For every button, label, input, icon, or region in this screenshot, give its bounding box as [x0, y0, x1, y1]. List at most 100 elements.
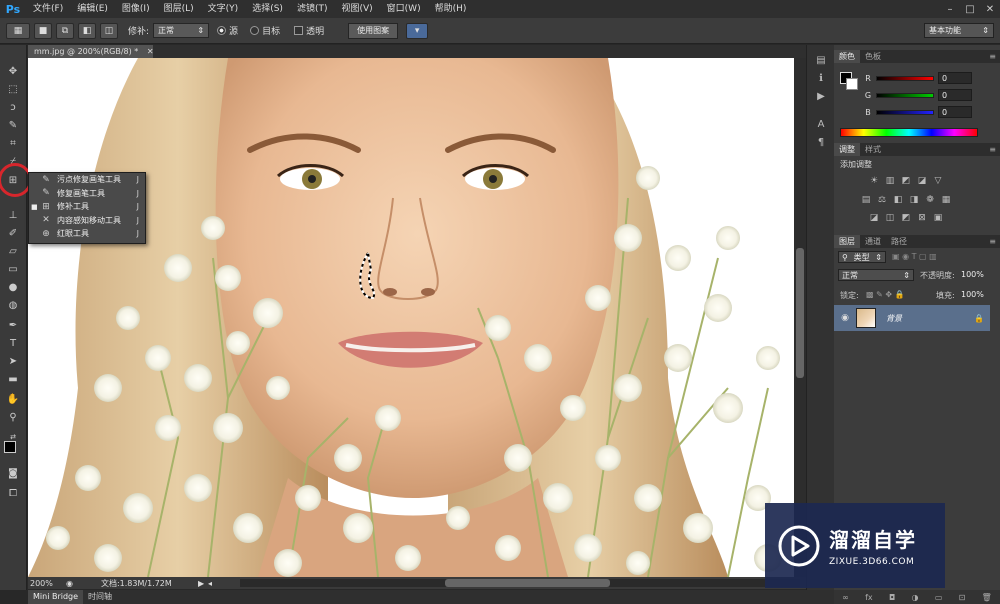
marquee-tool-icon[interactable]: ⬚ — [4, 81, 22, 97]
tab-color[interactable]: 颜色 — [834, 50, 860, 63]
horizontal-scroll-thumb[interactable] — [445, 579, 610, 587]
minimize-button[interactable]: – — [940, 0, 960, 18]
source-radio[interactable] — [217, 26, 227, 35]
red-value[interactable]: 0 — [938, 72, 972, 84]
add-selection-icon[interactable]: ⧉ — [56, 22, 74, 39]
photo-filter-icon[interactable]: ◨ — [908, 195, 920, 205]
menu-type[interactable]: 文字(Y) — [201, 0, 246, 18]
close-tab-icon[interactable]: ✕ — [147, 47, 154, 56]
panel-menu-icon[interactable]: ≡ — [989, 235, 996, 248]
crop-tool-icon[interactable]: ⌗ — [4, 135, 22, 151]
threshold-icon[interactable]: ◩ — [900, 213, 912, 223]
green-value[interactable]: 0 — [938, 89, 972, 101]
gradient-tool-icon[interactable]: ▭ — [4, 261, 22, 277]
color-spectrum-ramp[interactable] — [840, 128, 978, 137]
blue-slider[interactable] — [876, 109, 934, 115]
path-selection-icon[interactable]: ➤ — [4, 353, 22, 369]
tab-swatches[interactable]: 色板 — [860, 50, 886, 63]
history-brush-icon[interactable]: ✐ — [4, 225, 22, 241]
tool-preset-icon[interactable]: ▦ — [6, 22, 30, 39]
restore-button[interactable]: □ — [960, 0, 980, 18]
flyout-item-healing-brush[interactable]: ✎ 修复画笔工具 J — [29, 187, 145, 201]
color-balance-icon[interactable]: ⚖ — [876, 195, 888, 205]
add-mask-icon[interactable]: ◘ — [889, 593, 895, 602]
use-pattern-button[interactable]: 使用图案 — [348, 22, 399, 39]
vertical-scroll-thumb[interactable] — [796, 248, 804, 378]
new-layer-icon[interactable]: ⊡ — [959, 593, 966, 602]
lasso-tool-icon[interactable]: ↄ — [4, 99, 22, 115]
invert-icon[interactable]: ◪ — [868, 213, 880, 223]
exposure-icon[interactable]: ◪ — [916, 176, 928, 186]
fill-value[interactable]: 100% — [961, 290, 984, 299]
history-panel-icon[interactable]: ▤ — [813, 53, 829, 67]
layer-filter-icons[interactable]: ▣ ◉ T ▢ ▥ — [892, 252, 937, 261]
panel-menu-icon[interactable]: ≡ — [989, 143, 996, 156]
tab-channels[interactable]: 通道 — [860, 235, 886, 248]
menu-view[interactable]: 视图(V) — [334, 0, 379, 18]
levels-icon[interactable]: ▥ — [884, 176, 896, 186]
green-slider[interactable] — [876, 92, 934, 98]
flyout-item-red-eye[interactable]: ⊕ 红眼工具 J — [29, 227, 145, 241]
gradient-map-icon[interactable]: ⊠ — [916, 213, 928, 223]
foreground-color-swatch[interactable] — [4, 441, 16, 453]
opacity-value[interactable]: 100% — [961, 270, 984, 279]
status-menu-arrow-icon[interactable]: ▶ — [198, 579, 204, 588]
screen-mode-icon[interactable]: ⧠ — [4, 485, 22, 501]
menu-layer[interactable]: 图层(L) — [157, 0, 201, 18]
flyout-item-patch[interactable]: ■ ⊞ 修补工具 J — [29, 200, 145, 214]
channel-mixer-icon[interactable]: ❁ — [924, 195, 936, 205]
tab-paths[interactable]: 路径 — [886, 235, 912, 248]
new-adjustment-icon[interactable]: ◑ — [912, 593, 919, 602]
menu-edit[interactable]: 编辑(E) — [70, 0, 115, 18]
zoom-tool-icon[interactable]: ⚲ — [4, 409, 22, 425]
subtract-selection-icon[interactable]: ◧ — [78, 22, 96, 39]
tab-mini-bridge[interactable]: Mini Bridge — [28, 590, 84, 604]
tab-styles[interactable]: 样式 — [860, 143, 886, 156]
intersect-selection-icon[interactable]: ◫ — [100, 22, 118, 39]
lock-options-icons[interactable]: ▩ ✎ ✥ 🔒 — [866, 290, 905, 299]
menu-select[interactable]: 选择(S) — [245, 0, 290, 18]
menu-window[interactable]: 窗口(W) — [380, 0, 428, 18]
horizontal-scrollbar[interactable] — [240, 579, 800, 587]
close-button[interactable]: ✕ — [980, 0, 1000, 18]
pen-tool-icon[interactable]: ✒ — [4, 317, 22, 333]
info-panel-icon[interactable]: ℹ — [813, 71, 829, 85]
posterize-icon[interactable]: ◫ — [884, 213, 896, 223]
red-slider[interactable] — [876, 75, 934, 81]
vertical-scrollbar[interactable] — [794, 58, 806, 577]
tab-layers[interactable]: 图层 — [834, 235, 860, 248]
delete-layer-icon[interactable]: 🗑 — [982, 593, 992, 602]
menu-file[interactable]: 文件(F) — [26, 0, 70, 18]
pattern-picker-icon[interactable]: ▾ — [406, 22, 429, 39]
workspace-select[interactable]: 基本功能 ⇕ — [924, 23, 994, 38]
brightness-icon[interactable]: ☀ — [868, 176, 880, 186]
curves-icon[interactable]: ◩ — [900, 176, 912, 186]
vibrance-icon[interactable]: ▽ — [932, 176, 944, 186]
menu-help[interactable]: 帮助(H) — [428, 0, 474, 18]
eraser-tool-icon[interactable]: ▱ — [4, 243, 22, 259]
panel-menu-icon[interactable]: ≡ — [989, 50, 996, 63]
layer-style-icon[interactable]: fx — [865, 593, 873, 602]
menu-image[interactable]: 图像(I) — [115, 0, 157, 18]
paragraph-panel-icon[interactable]: ¶ — [813, 135, 829, 149]
quick-mask-icon[interactable]: ◙ — [4, 465, 22, 481]
flyout-item-spot-healing[interactable]: ✎ 污点修复画笔工具 J — [29, 173, 145, 187]
patch-mode-select[interactable]: 正常 ⇕ — [153, 23, 210, 38]
selective-color-icon[interactable]: ▣ — [932, 213, 944, 223]
black-white-icon[interactable]: ◧ — [892, 195, 904, 205]
quick-selection-tool-icon[interactable]: ✎ — [4, 117, 22, 133]
visibility-eye-icon[interactable]: ◉ — [834, 313, 856, 323]
scroll-left-arrow-icon[interactable]: ◂ — [208, 579, 212, 588]
blend-mode-select[interactable]: 正常 ⇕ — [838, 269, 914, 281]
document-canvas[interactable] — [28, 58, 794, 577]
type-tool-icon[interactable]: T — [4, 335, 22, 351]
tab-adjustments[interactable]: 调整 — [834, 143, 860, 156]
character-panel-icon[interactable]: A — [813, 117, 829, 131]
tab-timeline[interactable]: 时间轴 — [83, 590, 117, 604]
link-layers-icon[interactable]: ∞ — [842, 593, 849, 602]
status-info-icon[interactable]: ◉ — [66, 579, 73, 588]
flyout-item-content-aware-move[interactable]: ✕ 内容感知移动工具 J — [29, 214, 145, 228]
move-tool-icon[interactable]: ✥ — [4, 63, 22, 79]
zoom-level[interactable]: 200% — [30, 579, 60, 588]
hand-tool-icon[interactable]: ✋ — [4, 391, 22, 407]
